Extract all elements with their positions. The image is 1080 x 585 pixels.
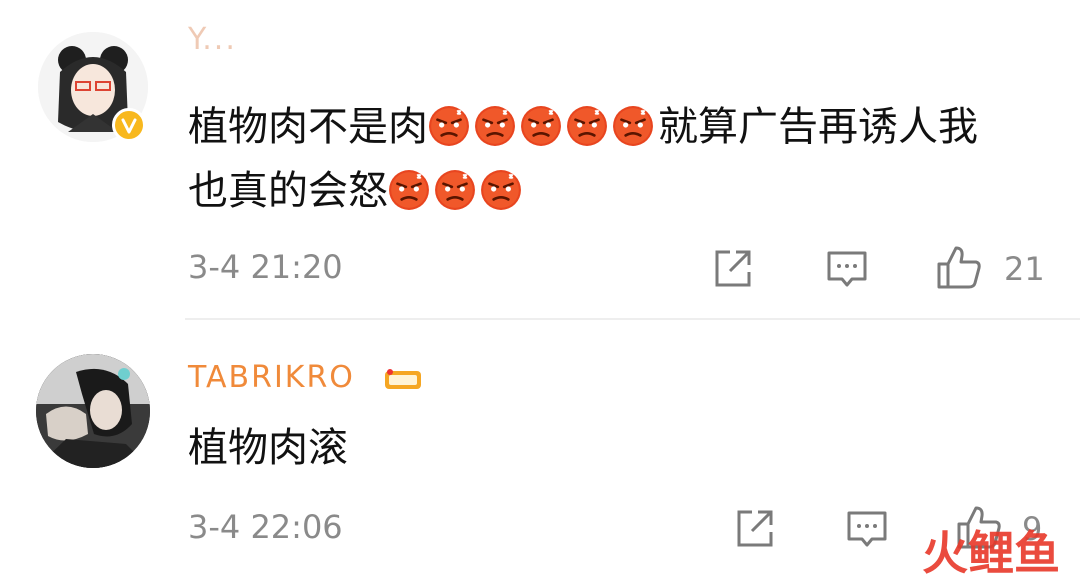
like-button[interactable] [936,244,982,290]
comment-item: Y... 植物肉不是肉 就算广告再诱人我也真的会怒 3-4 21:20 21 [0,0,1080,318]
comment-timestamp: 3-4 21:20 [188,248,343,286]
vip-badge-icon [384,368,422,392]
angry-emoji-icon [428,104,658,150]
comment-text-segment: 也真的会怒 [188,168,388,214]
angry-emoji-icon [388,168,526,214]
share-button[interactable] [734,508,776,550]
comment-item: TABRIKRO 植物肉滚 3-4 22:06 9 [0,320,1080,585]
username[interactable]: TABRIKRO [188,360,355,395]
comment-icon [847,511,887,547]
user-avatar[interactable] [36,354,150,468]
share-icon [737,510,773,547]
comment-text-segment: 植物肉不是肉 [188,104,428,150]
comment-text: 植物肉滚 [188,425,348,471]
like-icon [937,246,981,289]
comment-button[interactable] [846,510,888,550]
comment-text: 植物肉不是肉 就算广告再诱人我也真的会怒 [188,95,978,223]
username[interactable]: Y... [188,22,237,57]
share-icon [715,250,751,287]
like-count: 21 [1004,250,1045,288]
comment-text-segment: 就算广告再诱人我 [658,104,978,150]
comment-icon [827,251,867,287]
comment-button[interactable] [826,250,868,290]
verified-badge-icon [112,108,146,142]
watermark: 火鲤鱼 [922,526,1060,580]
share-button[interactable] [712,248,754,290]
comment-timestamp: 3-4 22:06 [188,508,343,546]
